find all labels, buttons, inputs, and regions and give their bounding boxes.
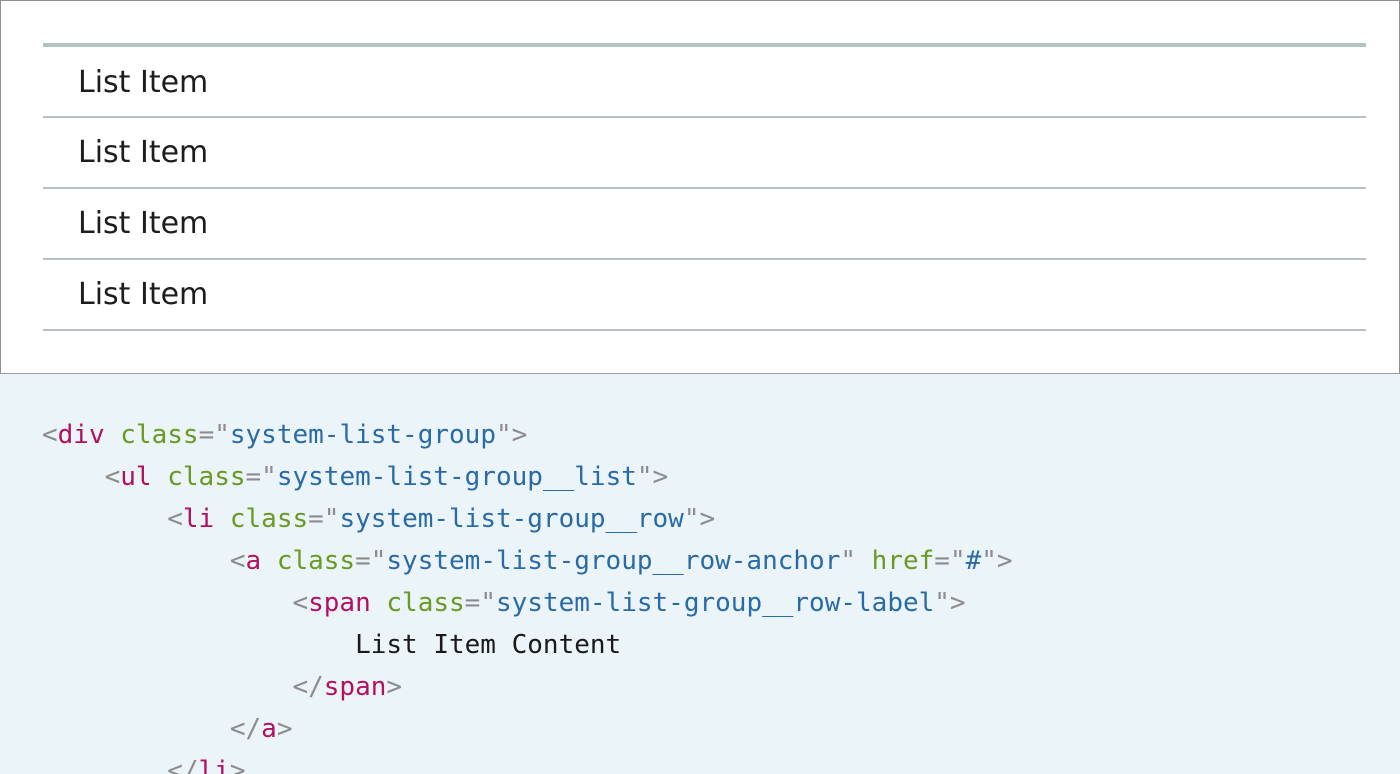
code-line: <div class="system-list-group"> [42,414,1013,456]
code-token-attr: class [167,462,246,492]
code-token-punct: < [167,504,183,534]
code-token-punct: > [229,756,246,774]
code-token-str: # [965,546,982,576]
code-line: </li> [42,750,1013,774]
code-sample: <div class="system-list-group"> <ul clas… [0,374,1400,774]
code-token-punct: "> [495,420,528,450]
code-token-punct: </ [229,714,262,744]
code-token-tag: ul [120,462,152,492]
list-row-anchor[interactable]: List Item [43,189,1366,258]
code-token-tag: div [57,420,105,450]
code-token-punct: > [386,672,403,702]
code-line: </span> [42,666,1013,708]
code-token-tag: li [198,756,230,774]
code-token-punct: </ [292,672,324,702]
code-token-str: system-list-group__row [339,504,684,534]
code-token-punct: "> [636,462,669,492]
code-token-punct: =" [198,420,230,450]
code-line: <li class="system-list-group__row"> [42,498,1013,540]
code-line: <a class="system-list-group__row-anchor"… [42,540,1013,582]
list-group-list: List Item List Item List Item List Item [43,47,1366,331]
list-row: List Item [43,118,1366,189]
code-line: </a> [42,708,1013,750]
code-line: <span class="system-list-group__row-labe… [42,582,1013,624]
code-token-punct: "> [683,504,716,534]
code-token-punct: " [840,546,872,576]
list-row-label: List Item [78,277,209,312]
code-token-punct: =" [245,462,277,492]
code-token-punct: </ [167,756,199,774]
code-token-punct: < [229,546,246,576]
list-row-anchor[interactable]: List Item [43,260,1366,329]
code-token-punct: "> [981,546,1013,576]
code-token-attr: href [871,546,935,576]
code-token-punct: "> [934,588,966,618]
code-token-txt: List Item Content [355,630,622,660]
code-token-punct: =" [464,588,496,618]
code-token-attr: class [386,588,465,618]
code-token-punct: =" [308,504,340,534]
component-preview: List Item List Item List Item List Item [0,0,1400,374]
code-line: <ul class="system-list-group__list"> [42,456,1013,498]
code-token-tag: span [323,672,387,702]
code-token-punct: =" [934,546,966,576]
code-token-tag: a [245,546,262,576]
page: List Item List Item List Item List Item [0,0,1400,774]
code-token-punct: < [42,420,58,450]
list-row: List Item [43,260,1366,331]
list-row-label: List Item [78,135,209,170]
list-row-anchor[interactable]: List Item [43,47,1366,117]
list-row: List Item [43,47,1366,118]
list-row: List Item [43,189,1366,260]
code-token-attr: class [120,420,199,450]
list-row-label: List Item [78,64,209,100]
list-row-label: List Item [78,206,209,241]
code-token-punct: > [276,714,293,744]
code-token-punct: < [104,462,121,492]
code-token-str: system-list-group__row-anchor [386,546,841,576]
code-token-punct: =" [355,546,387,576]
code-token-tag: span [308,588,371,618]
code-token-tag: a [261,714,277,744]
code-block: <div class="system-list-group"> <ul clas… [42,414,1013,774]
code-token-attr: class [229,504,309,534]
system-list-group: List Item List Item List Item List Item [43,43,1366,331]
code-line: List Item Content [42,624,1013,666]
code-token-punct: < [292,588,309,618]
list-row-anchor[interactable]: List Item [43,118,1366,187]
code-token-tag: li [182,504,215,534]
code-token-str: system-list-group [229,420,496,450]
code-token-str: system-list-group__row-label [495,588,935,618]
code-token-str: system-list-group__list [276,462,637,492]
code-token-attr: class [276,546,356,576]
